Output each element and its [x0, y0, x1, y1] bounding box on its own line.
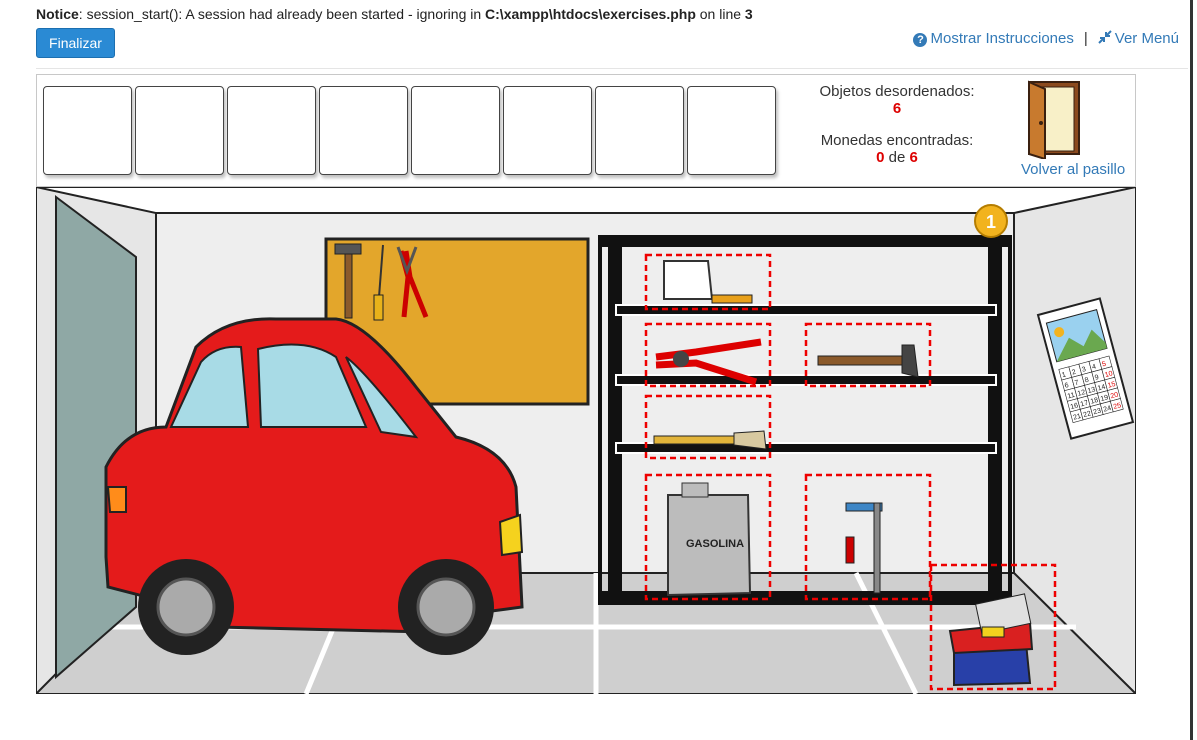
- disordered-objects-stat: Objetos desordenados: 6: [807, 83, 987, 117]
- notice-label: Notice: [36, 6, 79, 22]
- inventory-slot-6[interactable]: [503, 86, 592, 175]
- gasoline-label: GASOLINA: [686, 538, 744, 550]
- scrollbar-thumb[interactable]: [1190, 0, 1193, 740]
- inventory-slot-7[interactable]: [595, 86, 684, 175]
- disordered-objects-label: Objetos desordenados:: [819, 83, 975, 100]
- link-separator: |: [1083, 30, 1088, 47]
- php-notice: Notice: session_start(): A session had a…: [36, 6, 753, 22]
- disordered-objects-count: 6: [892, 100, 902, 117]
- inventory-slot-2[interactable]: [135, 86, 224, 175]
- back-to-hallway-link[interactable]: Volver al pasillo: [1021, 161, 1125, 178]
- menu-link[interactable]: Ver Menú: [1098, 30, 1179, 47]
- vertical-scrollbar[interactable]: [1188, 0, 1197, 740]
- inventory-slot-5[interactable]: [411, 86, 500, 175]
- coins-of-word: de: [888, 149, 906, 166]
- coins-found-value: 0 de 6: [807, 149, 987, 166]
- inventory-slot-8[interactable]: [687, 86, 776, 175]
- coins-total-count: 6: [909, 149, 918, 166]
- inventory-slot-4[interactable]: [319, 86, 408, 175]
- door-icon[interactable]: [1021, 79, 1083, 159]
- notice-line-text: on line: [699, 6, 742, 22]
- coins-found-stat: Monedas encontradas: 0 de 6: [807, 132, 987, 166]
- instructions-link[interactable]: ? Mostrar Instrucciones: [913, 30, 1074, 47]
- notice-text: session_start(): A session had already b…: [86, 6, 482, 22]
- inventory-slot-3[interactable]: [227, 86, 316, 175]
- instructions-label: Mostrar Instrucciones: [930, 30, 1074, 47]
- header-divider: [36, 68, 1189, 69]
- notice-path: C:\xampp\htdocs\exercises.php: [485, 6, 696, 22]
- question-icon: ?: [913, 33, 928, 47]
- collapse-arrows-icon: [1098, 30, 1112, 44]
- top-links: ? Mostrar Instrucciones | Ver Menú: [913, 30, 1179, 47]
- garage-scene: GASOLINA 1 1 2 3 4 56 7 8 9 1011 12 13 14 1516 17 18 19…: [36, 187, 1136, 694]
- gasoline-can-icon: GASOLINA: [667, 482, 752, 597]
- finalizar-button[interactable]: Finalizar: [36, 28, 115, 58]
- coin-icon[interactable]: 1: [974, 204, 1008, 238]
- inventory-slot-1[interactable]: [43, 86, 132, 175]
- coin-number: 1: [986, 212, 996, 232]
- menu-label: Ver Menú: [1114, 30, 1179, 47]
- inventory-panel: Objetos desordenados: 6 Monedas encontra…: [36, 74, 1136, 187]
- notice-line-number: 3: [744, 6, 753, 22]
- side-door: [55, 195, 137, 680]
- coins-found-label: Monedas encontradas:: [820, 132, 974, 149]
- coins-found-count: 0: [876, 149, 885, 166]
